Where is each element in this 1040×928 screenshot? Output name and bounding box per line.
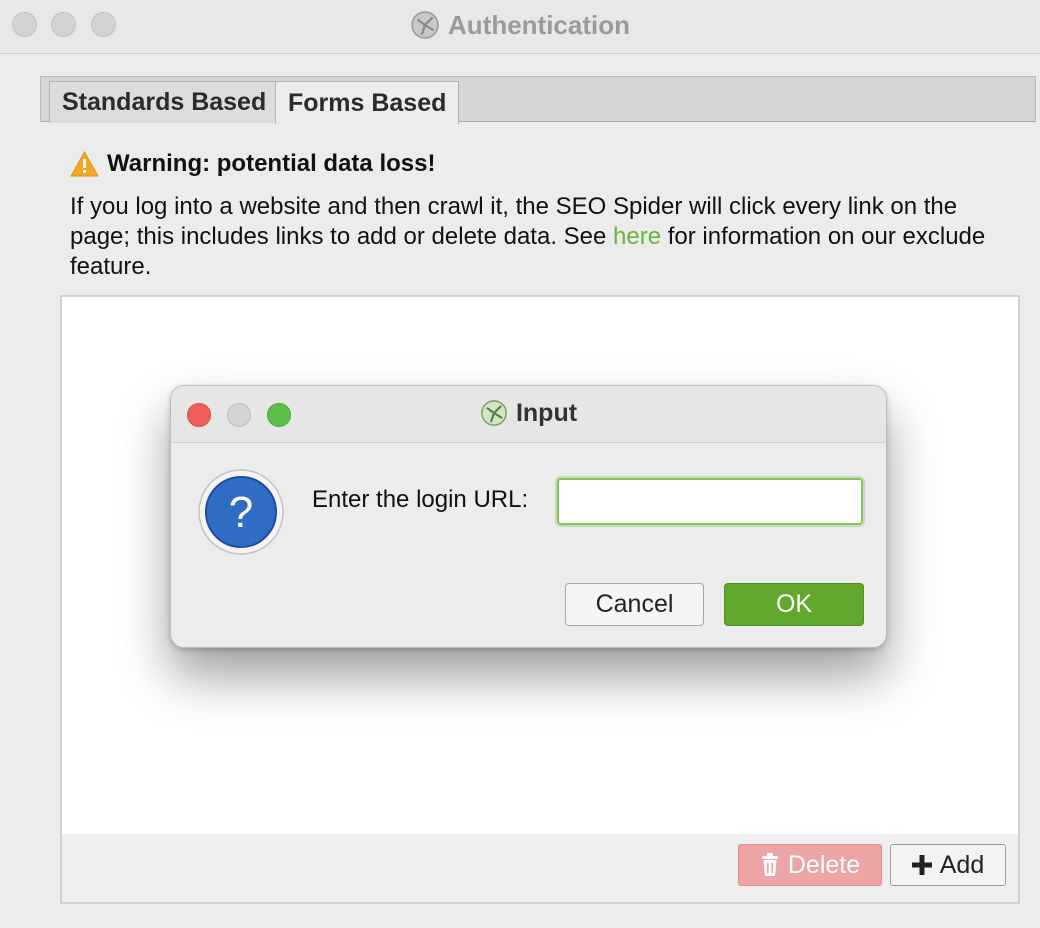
add-button-label: Add	[939, 850, 985, 879]
panel-footer: Delete Add	[62, 834, 1018, 902]
delete-button[interactable]: Delete	[738, 844, 882, 886]
login-url-label: Enter the login URL:	[312, 486, 529, 513]
svg-text:?: ?	[229, 488, 253, 537]
tab-bar: Standards Based Forms Based	[40, 76, 1036, 124]
dialog-title: Input	[515, 398, 578, 427]
seo-spider-logo-icon	[411, 11, 439, 39]
tab-forms-based[interactable]: Forms Based	[275, 81, 460, 124]
add-button[interactable]: Add	[890, 844, 1006, 886]
warning-message: If you log into a website and then crawl…	[70, 192, 1020, 282]
tab-standards-based[interactable]: Standards Based	[49, 81, 280, 123]
window-title: Authentication	[448, 9, 630, 40]
dialog-titlebar: Input	[171, 386, 886, 443]
exclude-help-link[interactable]: here	[613, 223, 661, 250]
window-titlebar: Authentication	[0, 0, 1040, 54]
ok-button[interactable]: OK	[724, 583, 864, 626]
plus-icon	[911, 855, 932, 875]
login-url-input[interactable]	[557, 478, 863, 525]
question-mark-icon: ?	[198, 469, 284, 555]
input-dialog: Input ? Enter the login URL: Cancel OK	[170, 385, 887, 648]
warning-title: Warning: potential data loss!	[107, 150, 436, 177]
dialog-title-group: Input	[171, 396, 886, 430]
cancel-button[interactable]: Cancel	[565, 583, 704, 626]
delete-button-label: Delete	[787, 850, 861, 879]
trash-icon	[761, 853, 778, 876]
warning-triangle-icon	[70, 151, 99, 177]
seo-spider-logo-icon	[481, 400, 507, 426]
window-title-group: Authentication	[0, 8, 1040, 42]
warning-header: Warning: potential data loss!	[70, 150, 435, 178]
